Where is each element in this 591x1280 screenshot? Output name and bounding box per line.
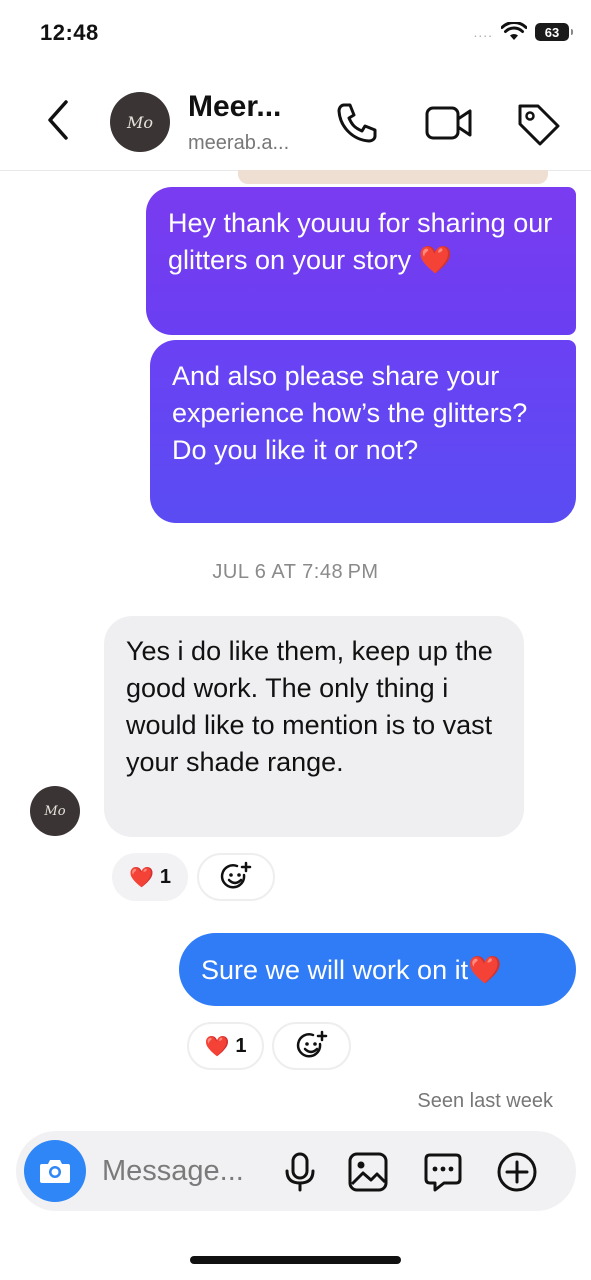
message-composer [16, 1131, 576, 1211]
sticker-chat-icon[interactable] [422, 1151, 464, 1193]
tag-icon[interactable] [514, 100, 562, 148]
avatar-monogram: Mo [126, 112, 153, 132]
message-text: Sure we will work on it❤️ [201, 954, 502, 985]
phone-icon[interactable] [334, 100, 380, 146]
gallery-icon[interactable] [347, 1151, 389, 1193]
status-indicators: .... 63 [473, 22, 573, 42]
add-emoji-icon [296, 1030, 327, 1058]
heart-icon: ❤️ [128, 866, 154, 889]
add-reaction-button[interactable] [197, 853, 275, 901]
microphone-icon[interactable] [280, 1151, 320, 1193]
seen-status: Seen last week [417, 1090, 553, 1112]
reaction-heart[interactable]: ❤️ 1 [187, 1022, 264, 1070]
contact-name[interactable]: Meer... [188, 90, 281, 124]
outgoing-message[interactable]: Sure we will work on it❤️ [179, 933, 576, 1006]
add-emoji-icon [220, 861, 252, 889]
camera-button[interactable] [24, 1140, 86, 1202]
message-input[interactable] [102, 1151, 272, 1191]
wifi-icon [501, 22, 527, 40]
outgoing-message[interactable]: And also please share your experience ho… [150, 340, 576, 523]
outgoing-message[interactable]: Hey thank youuu for sharing our glitters… [146, 187, 576, 335]
date-separator: JUL 6 AT 7:48 PM [212, 561, 379, 583]
previous-message-edge [238, 170, 548, 184]
back-chevron-icon[interactable] [44, 98, 72, 142]
contact-username[interactable]: meerab.a... [188, 132, 289, 155]
contact-avatar[interactable]: Mo [110, 92, 170, 152]
home-indicator [190, 1256, 401, 1264]
reaction-heart[interactable]: ❤️ 1 [112, 853, 188, 901]
plus-icon[interactable] [496, 1151, 538, 1193]
sender-avatar[interactable]: Mo [30, 786, 80, 836]
battery-level: 63 [544, 24, 560, 40]
video-camera-icon[interactable] [424, 100, 474, 146]
signal-dots: .... [473, 24, 493, 40]
camera-icon [40, 1160, 70, 1183]
reaction-count: 1 [235, 1034, 247, 1057]
heart-icon: ❤️ [204, 1035, 230, 1058]
chat-header: Mo Meer... meerab.a... [0, 70, 591, 171]
battery-indicator: 63 [535, 23, 573, 41]
add-reaction-button[interactable] [272, 1022, 351, 1070]
incoming-message[interactable]: Yes i do like them, keep up the good wor… [104, 616, 524, 837]
avatar-monogram: Mo [44, 803, 66, 819]
status-time: 12:48 [40, 20, 99, 45]
reaction-count: 1 [159, 865, 172, 888]
